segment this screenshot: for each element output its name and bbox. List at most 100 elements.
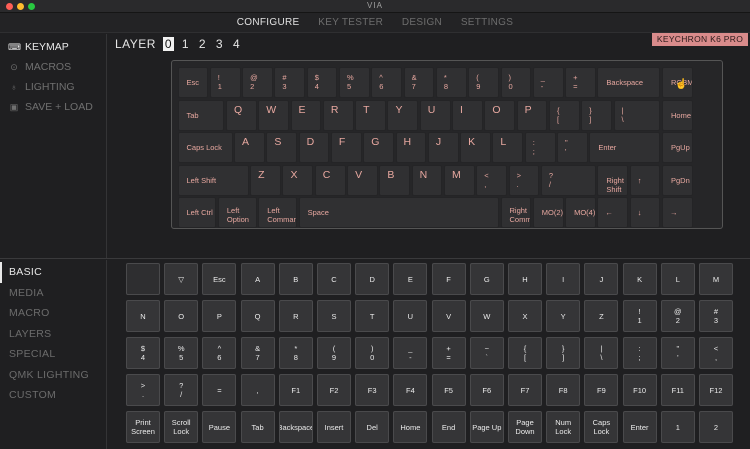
category-special[interactable]: SPECIAL: [0, 344, 106, 365]
keycode-x[interactable]: X: [508, 300, 542, 332]
key-right-comma[interactable]: RightComma: [500, 197, 532, 228]
key-symbol[interactable]: + =: [565, 67, 596, 98]
key-a[interactable]: A: [234, 132, 265, 163]
tab-key-tester[interactable]: KEY TESTER: [318, 17, 383, 28]
key-w[interactable]: W: [258, 99, 290, 131]
keycode-f1[interactable]: F1: [278, 374, 313, 406]
keycode-t[interactable]: T: [355, 300, 390, 332]
keycode-4[interactable]: $4: [126, 337, 160, 369]
keycode-symbol[interactable]: ? /: [164, 374, 199, 406]
keycode-q[interactable]: Q: [240, 300, 275, 332]
key-left-command[interactable]: LeftCommand: [258, 197, 298, 228]
key-symbol[interactable]: _ -: [532, 67, 564, 98]
keycode-w[interactable]: W: [469, 300, 504, 332]
key-space[interactable]: Space: [298, 197, 499, 228]
key-8[interactable]: * 8: [435, 67, 467, 98]
key-home[interactable]: Home: [662, 99, 693, 131]
keycode-symbol[interactable]: {[: [508, 337, 542, 369]
key-symbol[interactable]: }]: [581, 99, 613, 131]
keycode-m[interactable]: M: [699, 263, 733, 295]
key-symbol[interactable]: →: [662, 197, 693, 228]
keycode-b[interactable]: B: [278, 263, 313, 295]
key-n[interactable]: N: [411, 164, 443, 196]
keycode-pause[interactable]: Pause: [202, 411, 237, 443]
key-left-ctrl[interactable]: Left Ctrl: [177, 197, 217, 228]
keycode-symbol[interactable]: " ': [660, 337, 695, 369]
keycode-home[interactable]: Home: [393, 411, 428, 443]
keycode-f10[interactable]: F10: [622, 374, 657, 406]
key-symbol[interactable]: | \: [613, 99, 661, 131]
key-symbol[interactable]: :;: [524, 132, 556, 163]
keycode-symbol[interactable]: }]: [546, 337, 581, 369]
keycode-y[interactable]: Y: [546, 300, 581, 332]
key-x[interactable]: X: [282, 164, 314, 196]
key-3[interactable]: #3: [274, 67, 306, 98]
keycode-o[interactable]: O: [164, 300, 199, 332]
keycode-f12[interactable]: F12: [699, 374, 733, 406]
key-b[interactable]: B: [379, 164, 411, 196]
keycode-z[interactable]: Z: [584, 300, 619, 332]
key-right-shift[interactable]: Right Shift: [597, 164, 629, 196]
keycode-u[interactable]: U: [393, 300, 428, 332]
keycode-8[interactable]: * 8: [278, 337, 313, 369]
tab-design[interactable]: DESIGN: [402, 17, 442, 28]
key-mo-4[interactable]: MO(4): [565, 197, 596, 228]
keycode-esc[interactable]: Esc: [202, 263, 237, 295]
category-macro[interactable]: MACRO: [0, 303, 106, 324]
category-basic[interactable]: BASIC: [0, 262, 106, 283]
keycode-f7[interactable]: F7: [508, 374, 542, 406]
keycode-f3[interactable]: F3: [355, 374, 390, 406]
key-pgup[interactable]: PgUp: [662, 132, 693, 163]
key-5[interactable]: % 5: [339, 67, 370, 98]
key-z[interactable]: Z: [250, 164, 281, 196]
keycode-5[interactable]: % 5: [164, 337, 199, 369]
key-j[interactable]: J: [427, 132, 459, 163]
keycode-print-screen[interactable]: Print Screen: [126, 411, 160, 443]
key-9[interactable]: (9: [468, 67, 499, 98]
keycode-c[interactable]: C: [317, 263, 351, 295]
keycode-v[interactable]: V: [431, 300, 466, 332]
keycode-f11[interactable]: F11: [660, 374, 695, 406]
keycode-3[interactable]: #3: [699, 300, 733, 332]
key-enter[interactable]: Enter: [589, 132, 661, 163]
keycode-num-lock[interactable]: Num Lock: [546, 411, 581, 443]
layer-2-button[interactable]: 2: [197, 37, 208, 51]
keycode-d[interactable]: D: [355, 263, 390, 295]
keycode-scroll-lock[interactable]: Scroll Lock: [164, 411, 199, 443]
tab-configure[interactable]: CONFIGURE: [237, 17, 300, 28]
key-symbol[interactable]: <,: [476, 164, 508, 196]
key-symbol[interactable]: {[: [548, 99, 580, 131]
keycode-6[interactable]: ^ 6: [202, 337, 237, 369]
keycode-0[interactable]: ) 0: [355, 337, 390, 369]
keycode-caps-lock[interactable]: Caps Lock: [584, 411, 619, 443]
key-g[interactable]: G: [363, 132, 395, 163]
keycode-9[interactable]: (9: [317, 337, 351, 369]
key-symbol[interactable]: ? /: [540, 164, 596, 196]
key-backspace[interactable]: Backspace: [597, 67, 661, 98]
keycode-page-up[interactable]: Page Up: [469, 411, 504, 443]
keycode-f8[interactable]: F8: [546, 374, 581, 406]
keycode-l[interactable]: L: [660, 263, 695, 295]
keycode-s[interactable]: S: [317, 300, 351, 332]
sidebar-item-lighting[interactable]: ♁ LIGHTING: [0, 77, 106, 97]
key-m[interactable]: M: [443, 164, 475, 196]
layer-0-button[interactable]: 0: [162, 37, 174, 51]
keycode-symbol[interactable]: <,: [699, 337, 733, 369]
key-e[interactable]: E: [290, 99, 322, 131]
key-7[interactable]: & 7: [403, 67, 435, 98]
keycode-i[interactable]: I: [546, 263, 581, 295]
key-symbol[interactable]: ←: [597, 197, 629, 228]
keycode-2[interactable]: @2: [660, 300, 695, 332]
key-esc[interactable]: Esc: [177, 67, 209, 98]
keycode-e[interactable]: E: [393, 263, 428, 295]
keycode-2[interactable]: 2: [699, 411, 733, 443]
keycode-j[interactable]: J: [584, 263, 619, 295]
keycode-n[interactable]: N: [126, 300, 160, 332]
key-left-option[interactable]: Left Option: [217, 197, 257, 228]
sidebar-item-macros[interactable]: ⊙ MACROS: [0, 57, 106, 77]
key-left-shift[interactable]: Left Shift: [177, 164, 249, 196]
key-symbol[interactable]: ↓: [629, 197, 661, 228]
keycode-k[interactable]: K: [622, 263, 657, 295]
keycode-f2[interactable]: F2: [317, 374, 351, 406]
key-1[interactable]: ! 1: [209, 67, 241, 98]
